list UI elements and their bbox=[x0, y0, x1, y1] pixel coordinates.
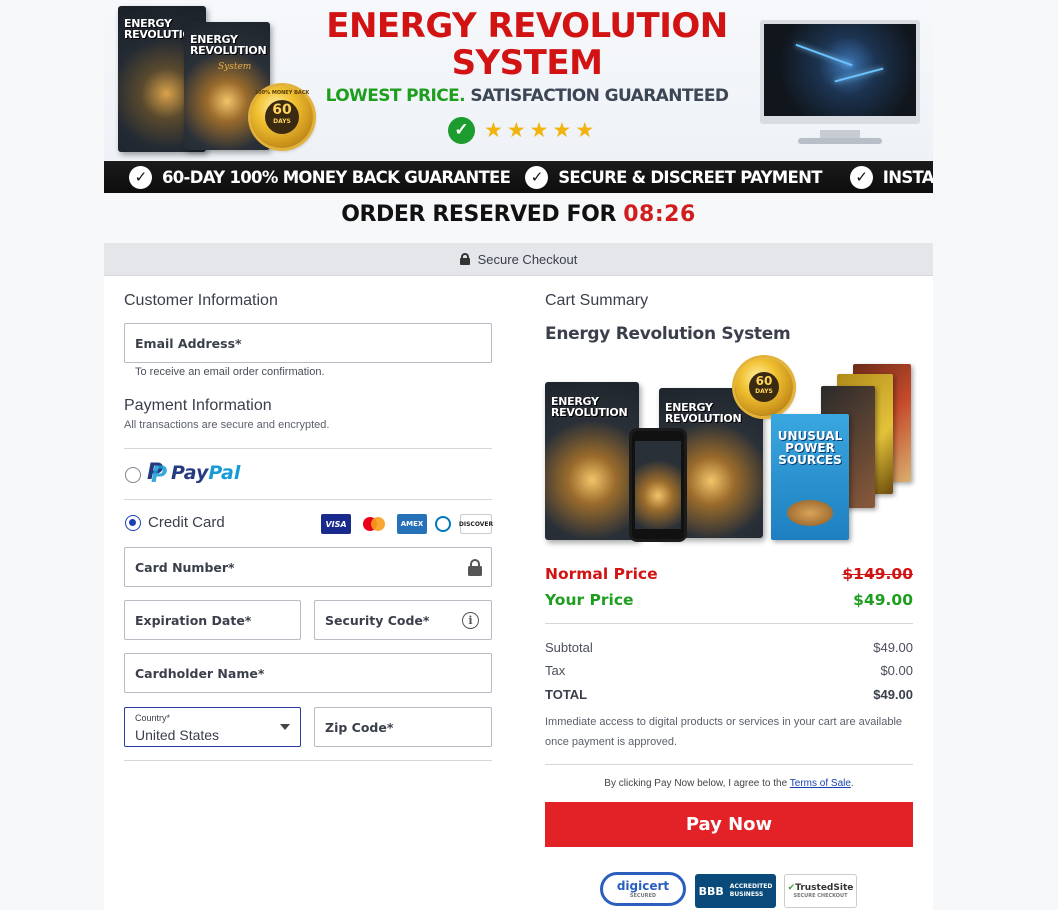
normal-price: $149.00 bbox=[842, 565, 913, 583]
payment-info-title: Payment Information bbox=[124, 397, 272, 414]
guarantee-item: ✓ SECURE & DISCREET PAYMENT bbox=[525, 165, 822, 189]
product-bundle-image: ENERGY REVOLUTION ENERGY REVOLUTION 60 DA… bbox=[545, 352, 913, 547]
lock-icon bbox=[468, 559, 482, 576]
banner-title: ENERGY REVOLUTION SYSTEM bbox=[326, 6, 728, 83]
discover-icon: DISCOVER bbox=[459, 514, 493, 534]
order-timer: ORDER RESERVED FOR 08:26 bbox=[341, 202, 696, 227]
bbb-badge[interactable]: BBB ACCREDITED BUSINESS bbox=[695, 874, 776, 908]
tax-value: $0.00 bbox=[880, 663, 913, 678]
email-field[interactable]: Email Address* bbox=[124, 323, 492, 363]
phone-image bbox=[629, 428, 687, 542]
visa-icon: VISA bbox=[321, 514, 351, 534]
check-icon: ✓ bbox=[849, 165, 873, 189]
cardholder-name-field[interactable]: Cardholder Name* bbox=[124, 653, 492, 693]
money-back-seal: 60 DAYS bbox=[735, 358, 793, 416]
check-icon: ✓ bbox=[525, 165, 549, 189]
subtotal-label: Subtotal bbox=[545, 640, 593, 655]
tax-label: Tax bbox=[545, 663, 566, 678]
star-icon: ★ bbox=[506, 118, 526, 142]
trustedsite-badge[interactable]: ✔TrustedSite SECURE CHECKOUT bbox=[784, 874, 857, 908]
email-hint: To receive an email order confirmation. bbox=[135, 366, 325, 378]
zip-code-field[interactable]: Zip Code* bbox=[314, 707, 492, 747]
checkout-page: ENERGY REVOLUTION ENERGY REVOLUTION Syst… bbox=[0, 0, 1058, 910]
lock-icon bbox=[459, 253, 470, 265]
your-price: $49.00 bbox=[853, 591, 913, 609]
check-icon: ✓ bbox=[129, 165, 152, 189]
cart-summary-title: Cart Summary bbox=[545, 292, 649, 309]
paypal-radio[interactable] bbox=[125, 467, 141, 483]
payment-info-subtitle: All transactions are secure and encrypte… bbox=[124, 419, 330, 431]
guarantee-item: ✓ 60-DAY 100% MONEY BACK GUARANTEE bbox=[129, 165, 511, 189]
pay-now-button[interactable]: Pay Now bbox=[545, 802, 913, 847]
verified-check-icon: ✓ bbox=[448, 116, 475, 144]
secure-checkout-bar: Secure Checkout bbox=[104, 243, 933, 276]
security-code-field[interactable]: Security Code* i bbox=[314, 600, 492, 640]
amex-icon: AMEX bbox=[397, 514, 427, 534]
terms-text: By clicking Pay Now below, I agree to th… bbox=[604, 778, 854, 789]
customer-info-title: Customer Information bbox=[124, 292, 278, 309]
checkout-card: Customer Information Email Address* To r… bbox=[104, 276, 933, 910]
star-icon: ★ bbox=[484, 118, 503, 142]
country-select[interactable]: Country* United States bbox=[124, 707, 301, 747]
diners-club-icon bbox=[431, 514, 455, 534]
total-value: $49.00 bbox=[873, 687, 913, 702]
guarantee-bar: ✓ 60-DAY 100% MONEY BACK GUARANTEE ✓ SEC… bbox=[104, 161, 933, 193]
bonus-book-image: UNUSUAL POWER SOURCES bbox=[771, 414, 849, 540]
rating: ✓ ★ ★ ★ ★ ★ bbox=[448, 116, 594, 144]
bbb-logo-icon: BBB bbox=[698, 884, 724, 898]
countdown-time: 08:26 bbox=[623, 202, 696, 227]
chevron-down-icon bbox=[280, 724, 290, 730]
subtotal-value: $49.00 bbox=[873, 640, 913, 655]
normal-price-label: Normal Price bbox=[545, 565, 658, 583]
digicert-badge[interactable]: digicert SECURED bbox=[600, 872, 686, 906]
star-icon: ★ bbox=[575, 118, 595, 142]
access-note: Immediate access to digital products or … bbox=[545, 716, 903, 748]
expiration-date-field[interactable]: Expiration Date* bbox=[124, 600, 301, 640]
card-number-field[interactable]: Card Number* bbox=[124, 547, 492, 587]
mastercard-icon bbox=[359, 514, 389, 534]
banner-subtitle: LOWEST PRICE. SATISFACTION GUARANTEED bbox=[325, 86, 729, 106]
star-icon: ★ bbox=[552, 118, 572, 142]
header-banner: ENERGY REVOLUTION ENERGY REVOLUTION Syst… bbox=[104, 0, 933, 193]
money-back-seal: 100% MONEY BACK 60 DAYS bbox=[251, 86, 313, 148]
your-price-label: Your Price bbox=[545, 591, 634, 609]
credit-card-radio[interactable] bbox=[125, 515, 141, 531]
product-name: Energy Revolution System bbox=[545, 324, 791, 344]
monitor-image bbox=[760, 20, 920, 124]
terms-of-sale-link[interactable]: Terms of Sale bbox=[790, 778, 851, 789]
paypal-logo-icon: P P bbox=[147, 460, 168, 488]
star-icon: ★ bbox=[529, 118, 549, 142]
paypal-option[interactable]: P P PayPal bbox=[147, 460, 240, 488]
guarantee-item: ✓ INSTANT ACCESS bbox=[849, 165, 933, 189]
info-icon[interactable]: i bbox=[462, 612, 479, 629]
total-label: TOTAL bbox=[545, 687, 588, 702]
credit-card-label[interactable]: Credit Card bbox=[148, 514, 225, 531]
